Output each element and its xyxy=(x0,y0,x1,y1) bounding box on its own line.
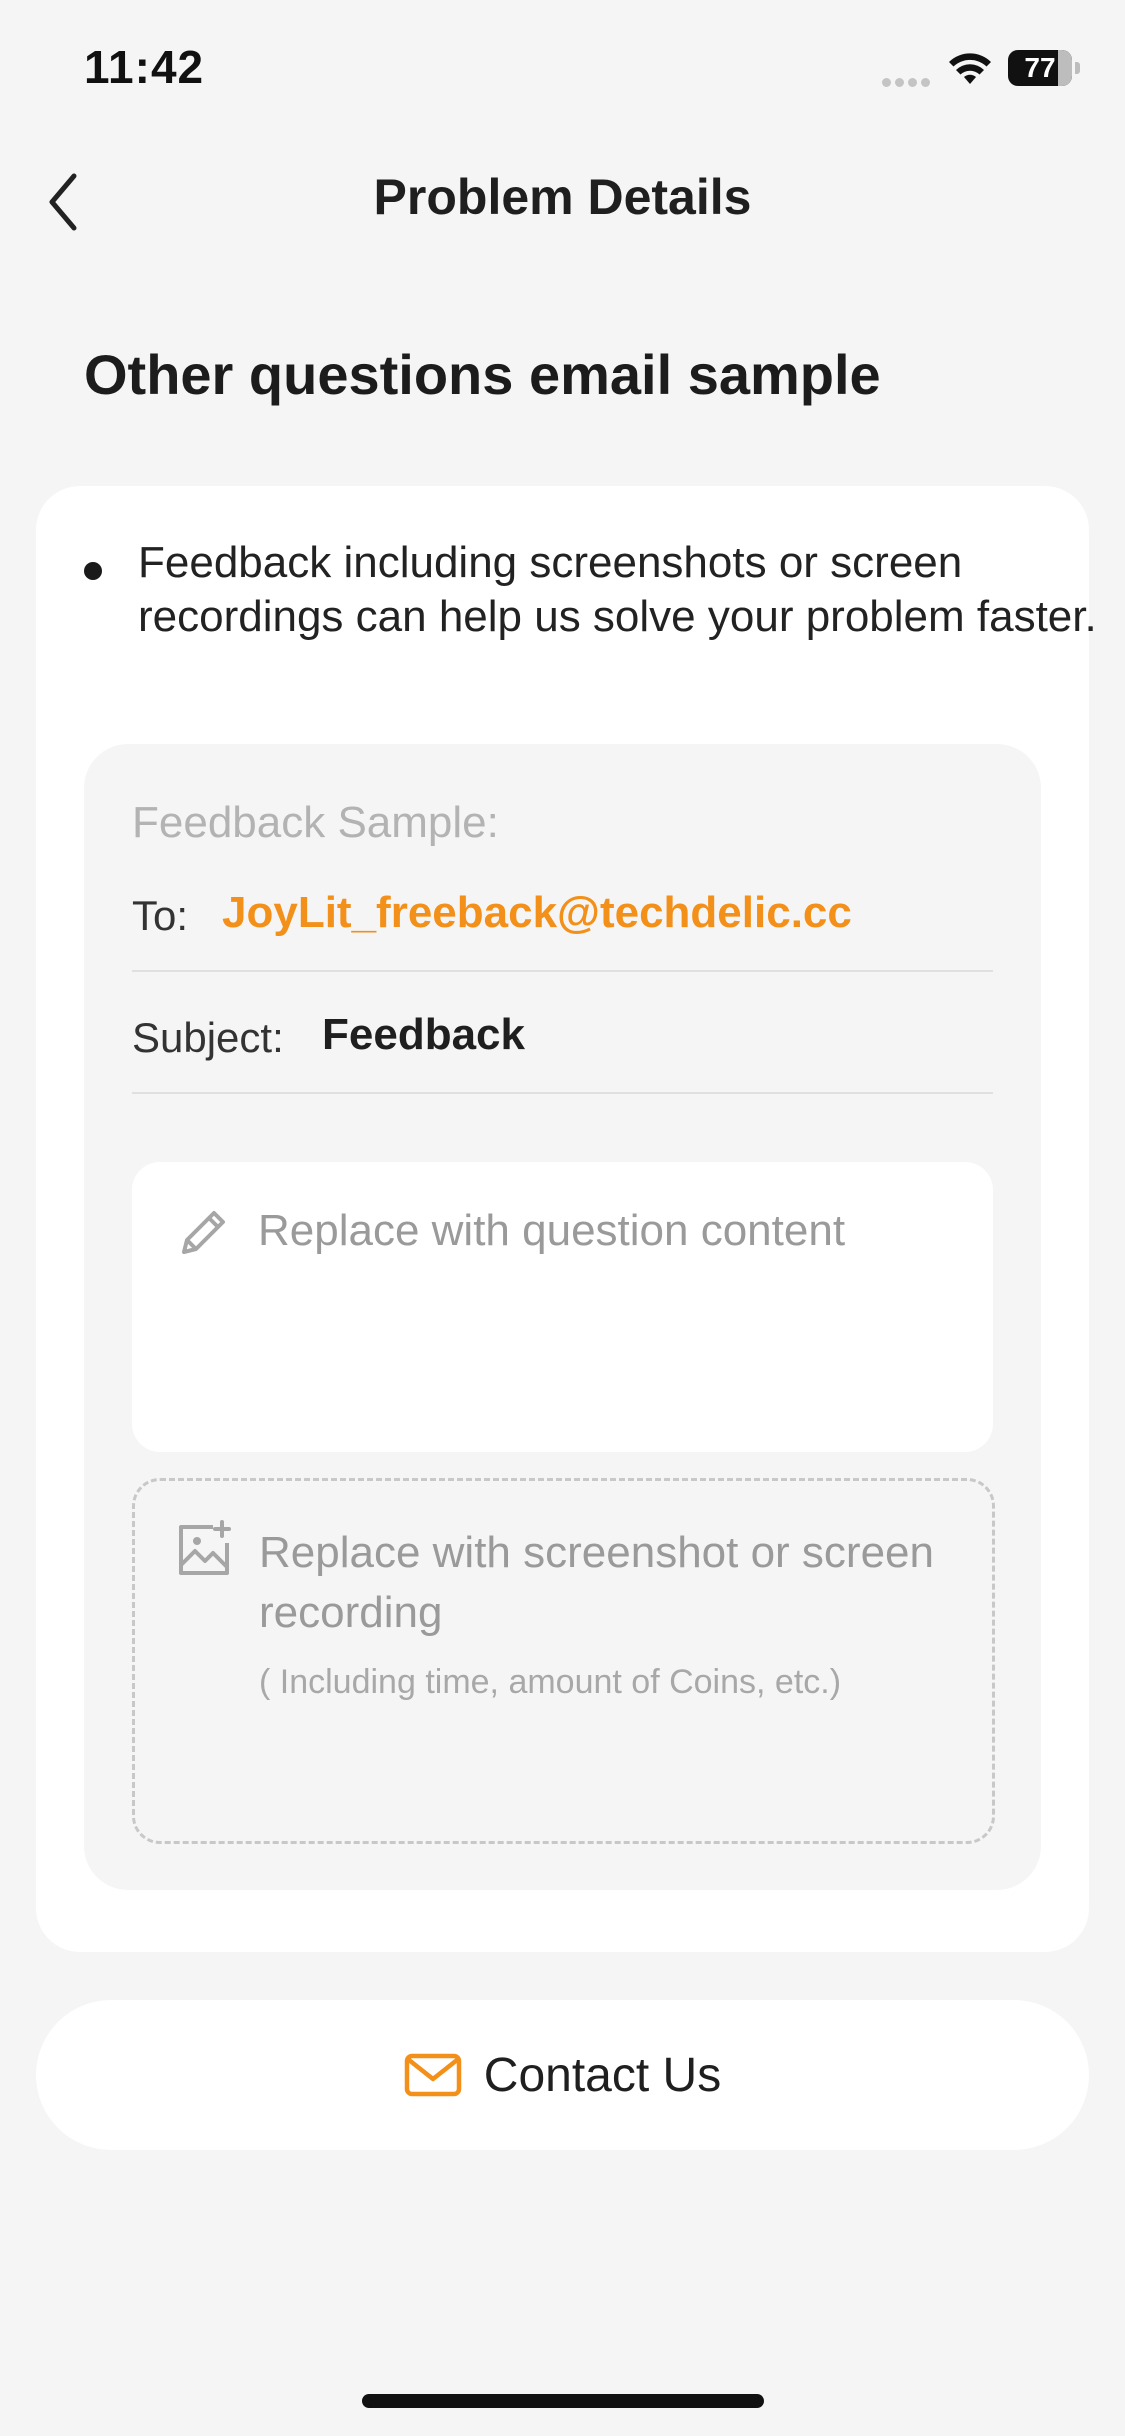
bullet-dot xyxy=(84,562,102,580)
contact-us-label: Contact Us xyxy=(483,2048,722,2102)
tip-text: Feedback including screenshots or screen… xyxy=(138,538,1097,641)
screenshot-placeholder-box: Replace with screenshot or screen record… xyxy=(132,1478,995,1844)
sample-heading: Feedback Sample: xyxy=(132,798,499,847)
battery-icon: 77 xyxy=(1008,50,1082,86)
feedback-sample-box: Feedback Sample: To: JoyLit_freeback@tec… xyxy=(84,744,1041,1890)
subject-field-row: Subject: Feedback xyxy=(132,1002,993,1094)
question-placeholder: Replace with question content xyxy=(258,1206,846,1255)
status-bar: 11:42 77 xyxy=(0,0,1125,135)
media-hint: ( Including time, amount of Coins, etc.) xyxy=(259,1663,842,1701)
to-label: To: xyxy=(132,892,189,939)
email-sample-card: Feedback including screenshots or screen… xyxy=(36,486,1097,1952)
battery-percent: 77 xyxy=(1024,52,1056,83)
section-title: Other questions email sample xyxy=(84,343,881,406)
to-email-address[interactable]: JoyLit_freeback@techdelic.cc xyxy=(222,888,852,938)
cellular-signal-icon xyxy=(882,74,936,87)
to-field-row: To: JoyLit_freeback@techdelic.cc xyxy=(132,880,993,972)
pencil-icon xyxy=(182,1211,225,1254)
status-time: 11:42 xyxy=(84,41,205,93)
subject-value: Feedback xyxy=(322,1010,525,1059)
subject-label: Subject: xyxy=(132,1014,284,1061)
wifi-icon xyxy=(949,53,991,84)
contact-us-button[interactable]: Contact Us xyxy=(36,2000,1089,2150)
page-title: Problem Details xyxy=(373,169,752,225)
media-placeholder: Replace with screenshot or screen record… xyxy=(259,1528,934,1637)
image-add-icon xyxy=(179,1520,231,1575)
question-content-box: Replace with question content xyxy=(132,1162,993,1452)
home-indicator[interactable] xyxy=(362,2394,764,2408)
navigation-bar: Problem Details xyxy=(0,150,1125,250)
mail-icon xyxy=(404,2053,462,2097)
